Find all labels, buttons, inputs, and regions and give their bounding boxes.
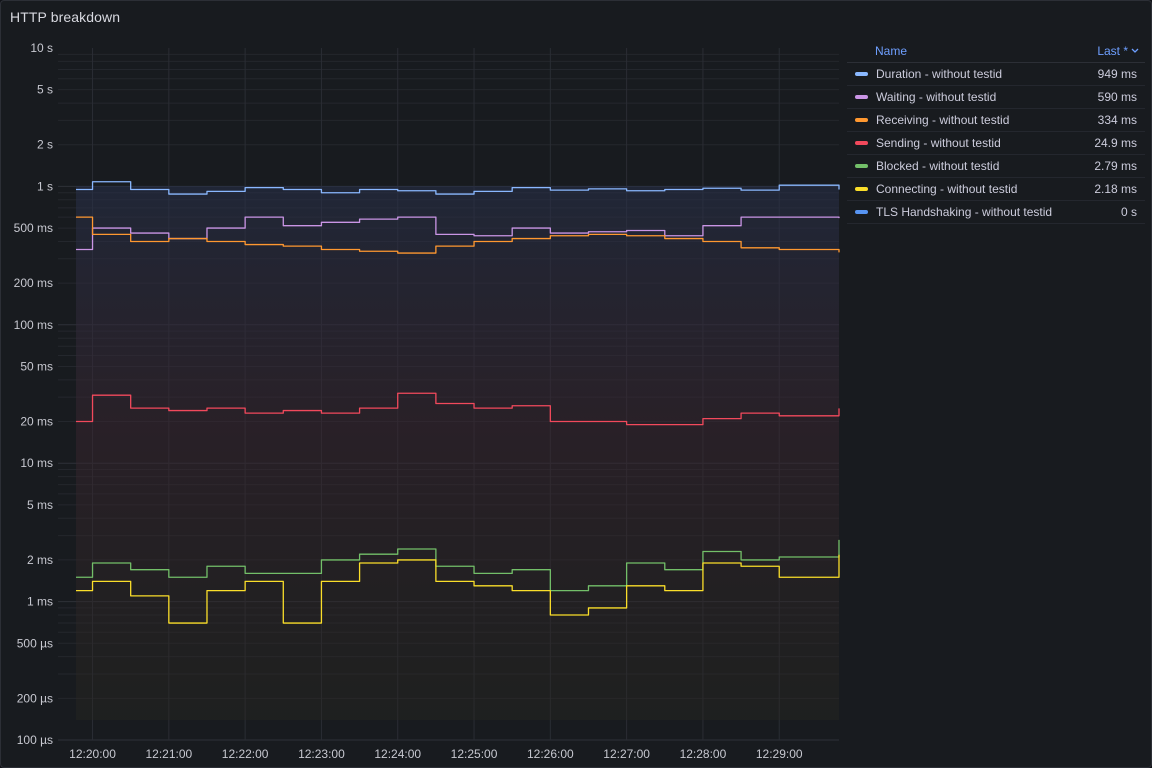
legend-series-last-value: 24.9 ms bbox=[1094, 136, 1137, 150]
y-tick-label: 10 ms bbox=[20, 456, 53, 470]
legend-series-last-value: 590 ms bbox=[1097, 90, 1137, 104]
legend-row[interactable]: Receiving - without testid 334 ms bbox=[847, 109, 1145, 132]
series-color-swatch bbox=[855, 141, 868, 145]
legend-series-name: Blocked - without testid bbox=[876, 159, 1000, 173]
legend-series-name: TLS Handshaking - without testid bbox=[876, 205, 1053, 219]
series-color-swatch bbox=[855, 187, 868, 191]
y-tick-label: 100 ms bbox=[14, 318, 53, 332]
chevron-down-icon bbox=[1131, 48, 1139, 53]
http-breakdown-panel: HTTP breakdown 10 s5 s2 s1 s 500 ms 200 ms… bbox=[0, 0, 1152, 768]
series-color-swatch bbox=[855, 72, 868, 76]
legend-series-last-value: 0 s bbox=[1120, 205, 1137, 219]
legend-row[interactable]: Duration - without testid 949 ms bbox=[847, 63, 1145, 86]
y-tick-label: 100 µs bbox=[17, 733, 53, 747]
legend-series-name: Duration - without testid bbox=[876, 67, 1003, 81]
y-tick-label: 5 s bbox=[37, 83, 53, 97]
series-color-swatch bbox=[855, 164, 868, 168]
x-tick-label: 12:23:00 bbox=[298, 747, 345, 761]
legend-series-last-value: 949 ms bbox=[1097, 67, 1137, 81]
legend-row[interactable]: Blocked - without testid 2.79 ms bbox=[847, 155, 1145, 178]
legend-row[interactable]: Waiting - without testid 590 ms bbox=[847, 86, 1145, 109]
legend-name-header[interactable]: Name bbox=[875, 44, 907, 58]
series-color-swatch bbox=[855, 95, 868, 99]
y-tick-label: 1 s bbox=[37, 179, 53, 193]
legend-row[interactable]: TLS Handshaking - without testid 0 s bbox=[847, 201, 1145, 224]
legend-series-name: Sending - without testid bbox=[876, 136, 1001, 150]
y-tick-label: 20 ms bbox=[20, 415, 53, 429]
y-tick-label: 5 ms bbox=[27, 498, 53, 512]
y-tick-label: 1 ms bbox=[27, 595, 53, 609]
x-axis-ticks: 12:20:00 12:21:00 12:22:00 12:23:00 12:24:00… bbox=[69, 747, 803, 761]
legend-series-last-value: 334 ms bbox=[1097, 113, 1137, 127]
y-axis-ticks: 10 s 5 s 2 s 1 s 500 ms 200 ms 100 ms 50 ms 20 m… bbox=[14, 41, 53, 747]
y-tick-label: 500 ms bbox=[14, 221, 53, 235]
y-tick-label: 200 µs bbox=[17, 691, 53, 705]
x-tick-label: 12:22:00 bbox=[222, 747, 269, 761]
x-tick-label: 12:26:00 bbox=[527, 747, 574, 761]
series-color-swatch bbox=[855, 210, 868, 214]
y-tick-label: 500 µs bbox=[17, 636, 53, 650]
legend-row[interactable]: Sending - without testid 24.9 ms bbox=[847, 132, 1145, 155]
x-tick-label: 12:21:00 bbox=[145, 747, 192, 761]
legend-last-label: Last * bbox=[1097, 43, 1128, 58]
x-tick-label: 12:27:00 bbox=[603, 747, 650, 761]
legend-series-last-value: 2.18 ms bbox=[1094, 182, 1137, 196]
legend-series-name: Receiving - without testid bbox=[876, 113, 1010, 127]
x-tick-label: 12:24:00 bbox=[374, 747, 421, 761]
legend-last-header[interactable]: Last * bbox=[1097, 44, 1139, 58]
y-tick-label: 2 ms bbox=[27, 553, 53, 567]
legend-header: Name Last * bbox=[847, 39, 1145, 63]
x-tick-label: 12:25:00 bbox=[451, 747, 498, 761]
y-tick-label: 200 ms bbox=[14, 276, 53, 290]
timeseries-chart[interactable]: 10 s 5 s 2 s 1 s 500 ms 200 ms 100 ms 50 ms 20 m… bbox=[1, 1, 846, 767]
y-tick-label: 10 s bbox=[30, 41, 53, 55]
y-tick-label: 50 ms bbox=[20, 359, 53, 373]
series-fill-area bbox=[76, 186, 839, 720]
x-tick-label: 12:29:00 bbox=[756, 747, 803, 761]
series-color-swatch bbox=[855, 118, 868, 122]
y-tick-label: 2 s bbox=[37, 138, 53, 152]
legend-table: Name Last * Duration - without testid 949… bbox=[847, 39, 1145, 224]
legend-series-last-value: 2.79 ms bbox=[1094, 159, 1137, 173]
x-tick-label: 12:20:00 bbox=[69, 747, 116, 761]
legend-series-name: Connecting - without testid bbox=[876, 182, 1018, 196]
x-tick-label: 12:28:00 bbox=[680, 747, 727, 761]
legend-series-name: Waiting - without testid bbox=[876, 90, 997, 104]
legend-rows: Duration - without testid 949 ms Waiting -… bbox=[847, 63, 1145, 224]
legend-row[interactable]: Connecting - without testid 2.18 ms bbox=[847, 178, 1145, 201]
